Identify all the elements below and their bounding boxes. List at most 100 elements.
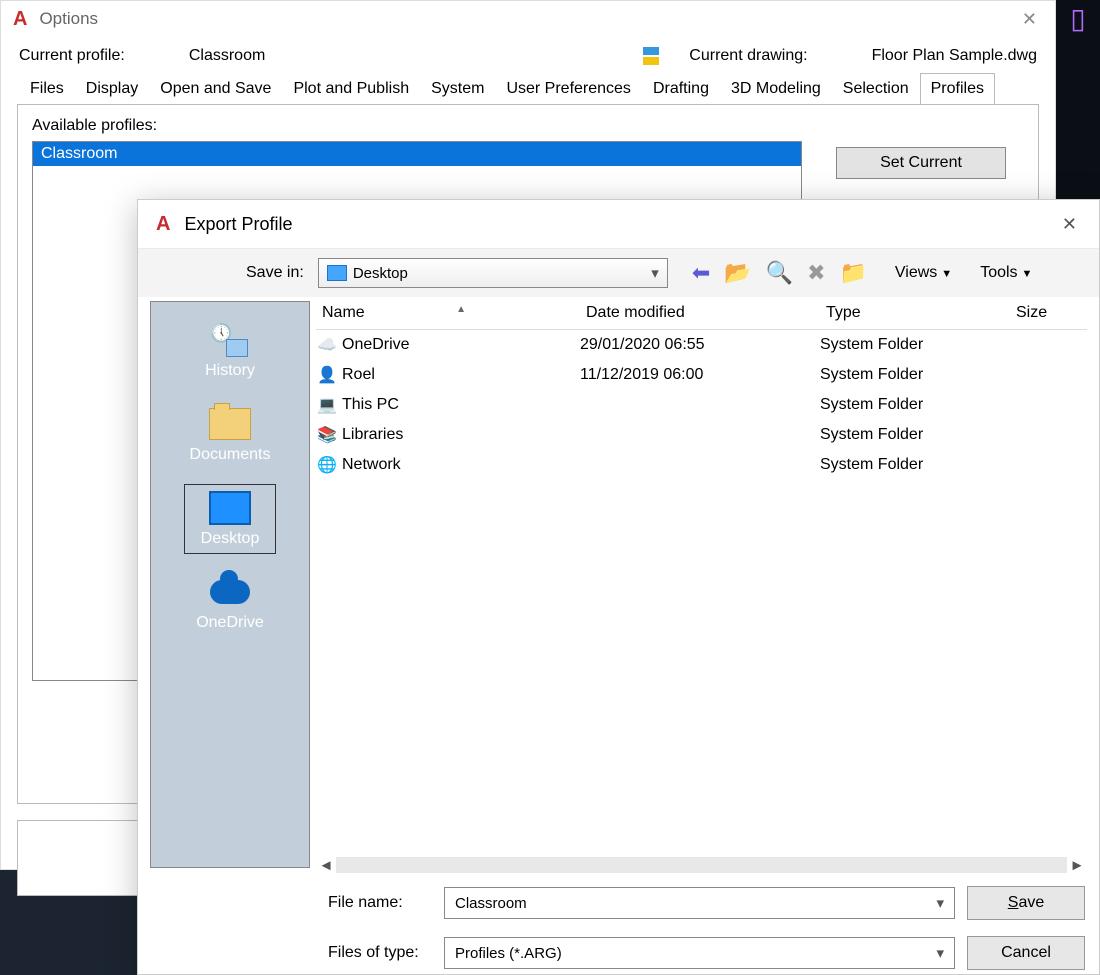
place-label: Documents [190,446,271,464]
autocad-a-icon: A [9,8,31,31]
tab-files[interactable]: Files [19,73,75,104]
file-icon: 🌐 [316,455,338,475]
tab-selection[interactable]: Selection [832,73,920,104]
file-name: This PC [342,396,580,414]
tab-open-and-save[interactable]: Open and Save [149,73,282,104]
scroll-right-icon[interactable]: ► [1067,857,1087,874]
back-icon[interactable]: ⬅ [692,260,710,286]
file-row[interactable]: ☁️OneDrive29/01/2020 06:55System Folder [316,330,1087,360]
current-drawing-label: Current drawing: [689,47,807,65]
desktop-icon [209,491,251,525]
tab-3d-modeling[interactable]: 3D Modeling [720,73,832,104]
options-tabs: Files Display Open and Save Plot and Pub… [1,73,1055,104]
tab-profiles[interactable]: Profiles [920,73,995,104]
file-name-value: Classroom [455,895,527,912]
file-type: System Folder [820,336,1010,354]
file-area: Name▲ Date modified Type Size ☁️OneDrive… [310,297,1099,876]
close-icon[interactable]: ✕ [1012,3,1047,36]
options-header-row: Current profile: Classroom Current drawi… [1,37,1055,73]
current-profile-value: Classroom [189,47,265,65]
files-of-type-combo[interactable]: Profiles (*.ARG) ▾ [444,937,955,969]
profile-list-item[interactable]: Classroom [33,142,801,166]
file-type: System Folder [820,366,1010,384]
available-profiles-label: Available profiles: [32,117,1024,135]
save-in-combo[interactable]: Desktop ▾ [318,258,668,288]
place-history[interactable]: History [185,316,275,386]
place-label: History [205,362,255,380]
tab-user-preferences[interactable]: User Preferences [495,73,642,104]
file-icon: 👤 [316,365,338,385]
column-type[interactable]: Type [826,304,1016,322]
export-title: Export Profile [184,214,292,235]
file-row[interactable]: 🌐Network System Folder [316,450,1087,480]
horizontal-scrollbar[interactable]: ◄ ► [316,854,1087,876]
file-icon: 💻 [316,395,338,415]
file-icon: ☁️ [316,335,338,355]
search-web-icon[interactable]: 🔍 [766,260,793,286]
place-label: OneDrive [196,614,264,632]
new-folder-icon[interactable]: 📁 [840,260,867,286]
views-menu[interactable]: Views▼ [895,264,952,282]
chevron-down-icon: ▾ [651,264,659,282]
export-titlebar[interactable]: A Export Profile ✕ [138,200,1099,249]
chevron-down-icon[interactable]: ▾ [936,944,944,962]
options-titlebar[interactable]: A Options ✕ [1,1,1055,37]
current-drawing-value: Floor Plan Sample.dwg [872,47,1037,65]
sort-ascending-icon: ▲ [456,304,466,315]
file-name: Roel [342,366,580,384]
file-icon: 📚 [316,425,338,445]
tools-menu[interactable]: Tools▼ [980,264,1032,282]
column-name[interactable]: Name▲ [316,304,586,322]
file-row[interactable]: 📚Libraries System Folder [316,420,1087,450]
file-name: Network [342,456,580,474]
file-type: System Folder [820,426,1010,444]
file-date: 29/01/2020 06:55 [580,336,820,354]
file-row[interactable]: 💻This PC System Folder [316,390,1087,420]
place-onedrive[interactable]: OneDrive [185,568,275,638]
save-in-value: Desktop [353,265,408,282]
close-icon[interactable]: ✕ [1054,210,1085,239]
current-profile-label: Current profile: [19,47,125,65]
save-in-label: Save in: [246,264,304,282]
file-list[interactable]: ☁️OneDrive29/01/2020 06:55System Folder👤… [316,330,1087,854]
delete-icon[interactable]: ✖ [807,260,825,286]
save-button[interactable]: Save [967,886,1085,920]
tab-plot-and-publish[interactable]: Plot and Publish [282,73,420,104]
up-one-level-icon[interactable]: 📂 [724,260,751,286]
place-desktop[interactable]: Desktop [184,484,276,554]
file-row[interactable]: 👤Roel11/12/2019 06:00System Folder [316,360,1087,390]
cancel-button[interactable]: Cancel [967,936,1085,970]
file-list-header[interactable]: Name▲ Date modified Type Size [316,297,1087,330]
files-of-type-value: Profiles (*.ARG) [455,945,562,962]
file-name: OneDrive [342,336,580,354]
file-dialog-tool-icons: ⬅ 📂 🔍 ✖ 📁 [692,260,867,286]
column-date-modified[interactable]: Date modified [586,304,826,322]
autocad-a-icon: A [152,213,174,236]
desktop-folder-icon [327,265,347,281]
tab-drafting[interactable]: Drafting [642,73,720,104]
place-label: Desktop [201,530,260,548]
file-name-input[interactable]: Classroom ▾ [444,887,955,919]
tab-display[interactable]: Display [75,73,149,104]
scroll-left-icon[interactable]: ◄ [316,857,336,874]
ruler-glyph: ▯ [1056,4,1100,34]
place-documents[interactable]: Documents [185,400,275,470]
drawing-icon [643,47,661,65]
documents-folder-icon [209,408,251,440]
options-title: Options [39,9,98,29]
history-icon [210,323,250,357]
onedrive-cloud-icon [210,580,250,604]
column-size[interactable]: Size [1016,304,1087,322]
chevron-down-icon[interactable]: ▾ [936,894,944,912]
file-name: Libraries [342,426,580,444]
files-of-type-label: Files of type: [328,944,432,962]
app-background-strip: ▯ [1056,0,1100,200]
export-profile-dialog: A Export Profile ✕ Save in: Desktop ▾ ⬅ … [137,199,1100,975]
file-type: System Folder [820,456,1010,474]
set-current-button[interactable]: Set Current [836,147,1006,179]
file-type: System Folder [820,396,1010,414]
tab-system[interactable]: System [420,73,495,104]
save-button-rest: ave [1018,894,1044,911]
export-toolbar: Save in: Desktop ▾ ⬅ 📂 🔍 ✖ 📁 Views▼ Tool… [138,249,1099,297]
scroll-track[interactable] [336,857,1067,873]
